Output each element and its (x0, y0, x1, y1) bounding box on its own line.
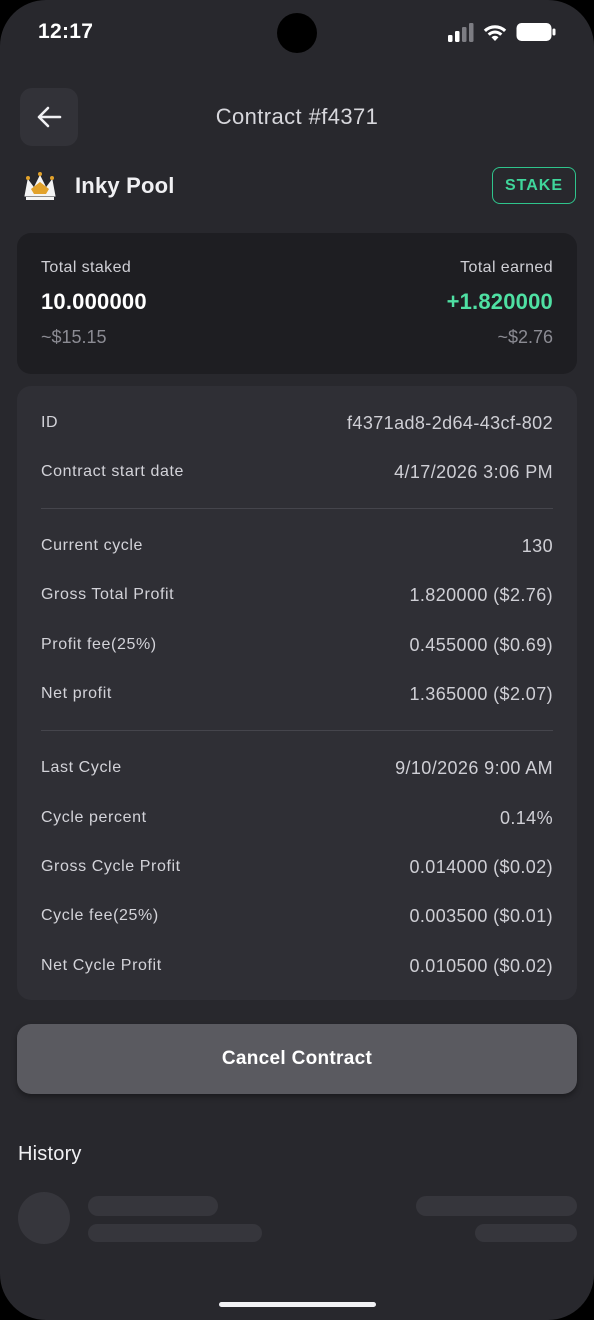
detail-value: 1.820000 ($2.76) (409, 584, 553, 605)
total-staked-label: Total staked (41, 259, 132, 276)
divider (41, 730, 553, 731)
home-indicator[interactable] (219, 1302, 376, 1307)
status-time: 12:17 (38, 20, 94, 43)
total-earned-usd: ~$2.76 (497, 327, 553, 347)
detail-label: Net profit (41, 685, 112, 702)
skeleton-line (475, 1224, 577, 1242)
detail-row-last-cycle: Last Cycle 9/10/2026 9:00 AM (41, 753, 553, 783)
history-heading: History (18, 1143, 82, 1165)
total-staked-value: 10.000000 (41, 289, 147, 314)
detail-value: 9/10/2026 9:00 AM (395, 757, 553, 778)
detail-value: 4/17/2026 3:06 PM (394, 461, 553, 482)
total-earned-value: +1.820000 (446, 289, 553, 314)
detail-value: 0.010500 ($0.02) (409, 955, 553, 976)
detail-label: Cycle percent (41, 809, 147, 826)
detail-row-gross-profit: Gross Total Profit 1.820000 ($2.76) (41, 580, 553, 610)
crown-logo (24, 172, 56, 200)
detail-row-cycle-fee: Cycle fee(25%) 0.003500 ($0.01) (41, 901, 553, 931)
detail-value: 1.365000 ($2.07) (409, 683, 553, 704)
detail-row-cycle-percent: Cycle percent 0.14% (41, 803, 553, 833)
detail-row-net-profit: Net profit 1.365000 ($2.07) (41, 679, 553, 709)
detail-value: 0.003500 ($0.01) (409, 905, 553, 926)
cancel-contract-button[interactable]: Cancel Contract (17, 1024, 577, 1094)
detail-value: 0.455000 ($0.69) (409, 634, 553, 655)
detail-label: Cycle fee(25%) (41, 907, 159, 924)
total-staked: Total staked 10.000000 ~$15.15 (41, 259, 147, 348)
skeleton-line (88, 1224, 262, 1242)
page-title: Contract #f4371 (215, 104, 379, 129)
battery-icon (516, 23, 556, 41)
detail-label: Last Cycle (41, 759, 122, 776)
detail-value: 130 (521, 535, 553, 556)
wifi-icon (483, 25, 507, 41)
summary-card: Total staked 10.000000 ~$15.15 Total ear… (17, 233, 577, 374)
skeleton-line (88, 1196, 218, 1216)
detail-row-profit-fee: Profit fee(25%) 0.455000 ($0.69) (41, 630, 553, 660)
detail-value: 0.14% (499, 807, 553, 828)
cellular-signal-icon (448, 23, 474, 42)
detail-row-id: ID f4371ad8-2d64-43cf-802 (41, 408, 553, 438)
total-staked-usd: ~$15.15 (41, 327, 107, 347)
detail-label: Gross Cycle Profit (41, 858, 181, 875)
skeleton-avatar (18, 1192, 70, 1244)
divider (41, 508, 553, 509)
pool-row: Inky Pool STAKE (22, 166, 576, 206)
detail-row-net-cycle-profit: Net Cycle Profit 0.010500 ($0.02) (41, 951, 553, 981)
status-bar: 12:17 (0, 0, 594, 66)
skeleton-line (416, 1196, 577, 1216)
app-screen: 12:17 Contract #f4371 Inky Pool STAKE To… (0, 0, 594, 1320)
detail-label: Current cycle (41, 537, 144, 554)
detail-label: Gross Total Profit (41, 586, 175, 603)
pool-name: Inky Pool (75, 173, 175, 198)
stake-badge: STAKE (491, 167, 576, 204)
detail-label: Contract start date (41, 463, 185, 480)
detail-label: Profit fee(25%) (41, 636, 157, 653)
contract-details-card: ID f4371ad8-2d64-43cf-802 Contract start… (17, 386, 577, 1000)
detail-value: f4371ad8-2d64-43cf-802 (347, 412, 553, 433)
detail-row-start-date: Contract start date 4/17/2026 3:06 PM (41, 457, 553, 487)
camera-cutout (277, 13, 317, 53)
total-earned: Total earned +1.820000 ~$2.76 (447, 259, 553, 348)
detail-row-gross-cycle-profit: Gross Cycle Profit 0.014000 ($0.02) (41, 852, 553, 882)
status-icons (448, 22, 556, 42)
detail-row-current-cycle: Current cycle 130 (41, 531, 553, 561)
detail-value: 0.014000 ($0.02) (409, 856, 553, 877)
total-earned-label: Total earned (460, 259, 553, 276)
detail-label: ID (41, 414, 59, 431)
detail-label: Net Cycle Profit (41, 957, 162, 974)
